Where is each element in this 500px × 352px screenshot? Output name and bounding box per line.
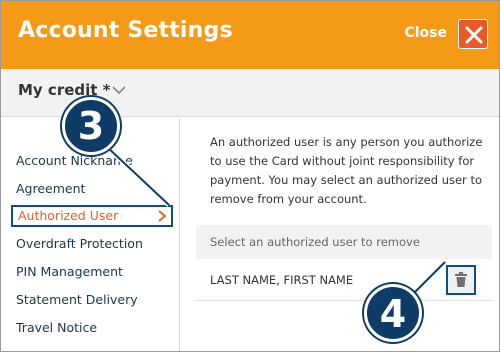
close-label[interactable]: Close (404, 25, 447, 41)
close-icon (465, 26, 483, 44)
authorized-user-panel: An authorized user is any person you aut… (181, 118, 499, 351)
sidebar-item-authorized-user[interactable]: Authorized User (11, 205, 173, 227)
dialog-header: Account Settings Close (1, 1, 499, 69)
user-row: LAST NAME, FIRST NAME (196, 259, 492, 301)
account-selector-value: My credit * (18, 81, 111, 99)
user-list-header: Select an authorized user to remove (196, 225, 492, 259)
sidebar-item-agreement[interactable]: Agreement (11, 178, 173, 200)
remove-user-button[interactable] (446, 265, 476, 295)
sidebar-item-pin-management[interactable]: PIN Management (11, 261, 173, 283)
trash-icon (455, 272, 467, 287)
sidebar-item-label: Authorized User (18, 208, 119, 223)
step-callout-4: 4 (364, 284, 422, 342)
chevron-down-icon (112, 86, 126, 95)
sidebar-item-overdraft-protection[interactable]: Overdraft Protection (11, 233, 173, 255)
dialog-title: Account Settings (18, 18, 233, 43)
sidebar-item-travel-notice[interactable]: Travel Notice (11, 317, 173, 339)
user-list-header-label: Select an authorized user to remove (210, 235, 420, 249)
chevron-right-icon (158, 210, 167, 222)
authorized-user-description: An authorized user is any person you aut… (210, 135, 483, 206)
user-name: LAST NAME, FIRST NAME (210, 273, 354, 287)
close-button[interactable] (458, 19, 488, 49)
sidebar-item-statement-delivery[interactable]: Statement Delivery (11, 289, 173, 311)
account-settings-dialog: Account Settings Close My credit * Accou… (0, 0, 500, 352)
step-callout-3: 3 (62, 97, 120, 155)
